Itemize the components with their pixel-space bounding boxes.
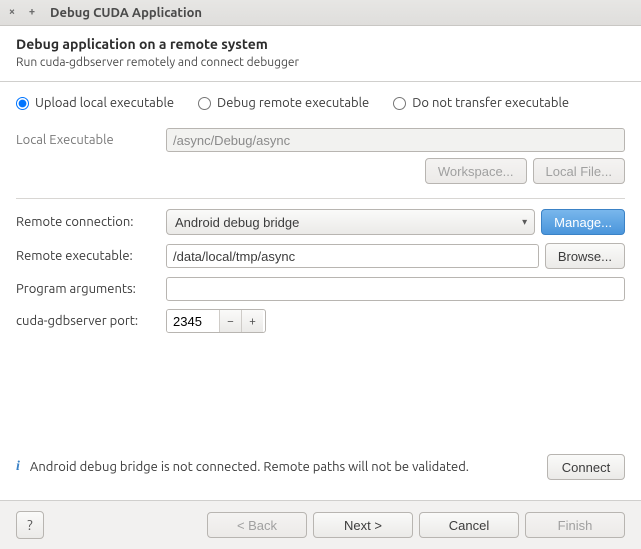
gdbserver-port-input[interactable] [167, 310, 219, 332]
wizard-footer: ? < Back Next > Cancel Finish [0, 500, 641, 549]
radio-upload-local-input[interactable] [16, 97, 29, 110]
manage-button[interactable]: Manage... [541, 209, 625, 235]
local-file-button[interactable]: Local File... [533, 158, 625, 184]
close-icon[interactable]: × [6, 7, 18, 19]
radio-debug-remote-label: Debug remote executable [217, 96, 369, 110]
radio-no-transfer-input[interactable] [393, 97, 406, 110]
page-title: Debug application on a remote system [16, 36, 625, 52]
radio-no-transfer[interactable]: Do not transfer executable [393, 96, 569, 110]
remote-executable-label: Remote executable: [16, 249, 156, 263]
remote-connection-select[interactable]: Android debug bridge [166, 209, 535, 235]
finish-button[interactable]: Finish [525, 512, 625, 538]
radio-upload-local[interactable]: Upload local executable [16, 96, 174, 110]
wizard-header: Debug application on a remote system Run… [0, 26, 641, 82]
help-icon: ? [27, 517, 32, 533]
page-subtitle: Run cuda-gdbserver remotely and connect … [16, 56, 625, 69]
radio-upload-local-label: Upload local executable [35, 96, 174, 110]
radio-no-transfer-label: Do not transfer executable [412, 96, 569, 110]
spinner-increment[interactable]: + [241, 310, 263, 332]
remote-connection-label: Remote connection: [16, 215, 156, 229]
remote-connection-select-wrap: Android debug bridge [166, 209, 535, 235]
program-arguments-input[interactable] [166, 277, 625, 301]
radio-debug-remote[interactable]: Debug remote executable [198, 96, 369, 110]
info-message: Android debug bridge is not connected. R… [30, 460, 537, 474]
browse-button[interactable]: Browse... [545, 243, 625, 269]
gdbserver-port-label: cuda-gdbserver port: [16, 314, 156, 328]
radio-debug-remote-input[interactable] [198, 97, 211, 110]
divider [16, 198, 625, 199]
local-executable-label: Local Executable [16, 133, 156, 147]
remote-executable-input[interactable] [166, 244, 539, 268]
cancel-button[interactable]: Cancel [419, 512, 519, 538]
wizard-content: Upload local executable Debug remote exe… [0, 82, 641, 500]
workspace-button[interactable]: Workspace... [425, 158, 527, 184]
spinner-decrement[interactable]: − [219, 310, 241, 332]
program-arguments-label: Program arguments: [16, 282, 156, 296]
info-row: i Android debug bridge is not connected.… [16, 454, 625, 480]
info-icon: i [16, 459, 20, 475]
local-executable-input[interactable] [166, 128, 625, 152]
gdbserver-port-spinner: − + [166, 309, 266, 333]
help-button[interactable]: ? [16, 511, 44, 539]
connect-button[interactable]: Connect [547, 454, 625, 480]
back-button[interactable]: < Back [207, 512, 307, 538]
titlebar: × + Debug CUDA Application [0, 0, 641, 26]
window-title: Debug CUDA Application [50, 6, 202, 20]
maximize-icon[interactable]: + [26, 7, 38, 19]
next-button[interactable]: Next > [313, 512, 413, 538]
transfer-mode-radios: Upload local executable Debug remote exe… [16, 96, 625, 110]
